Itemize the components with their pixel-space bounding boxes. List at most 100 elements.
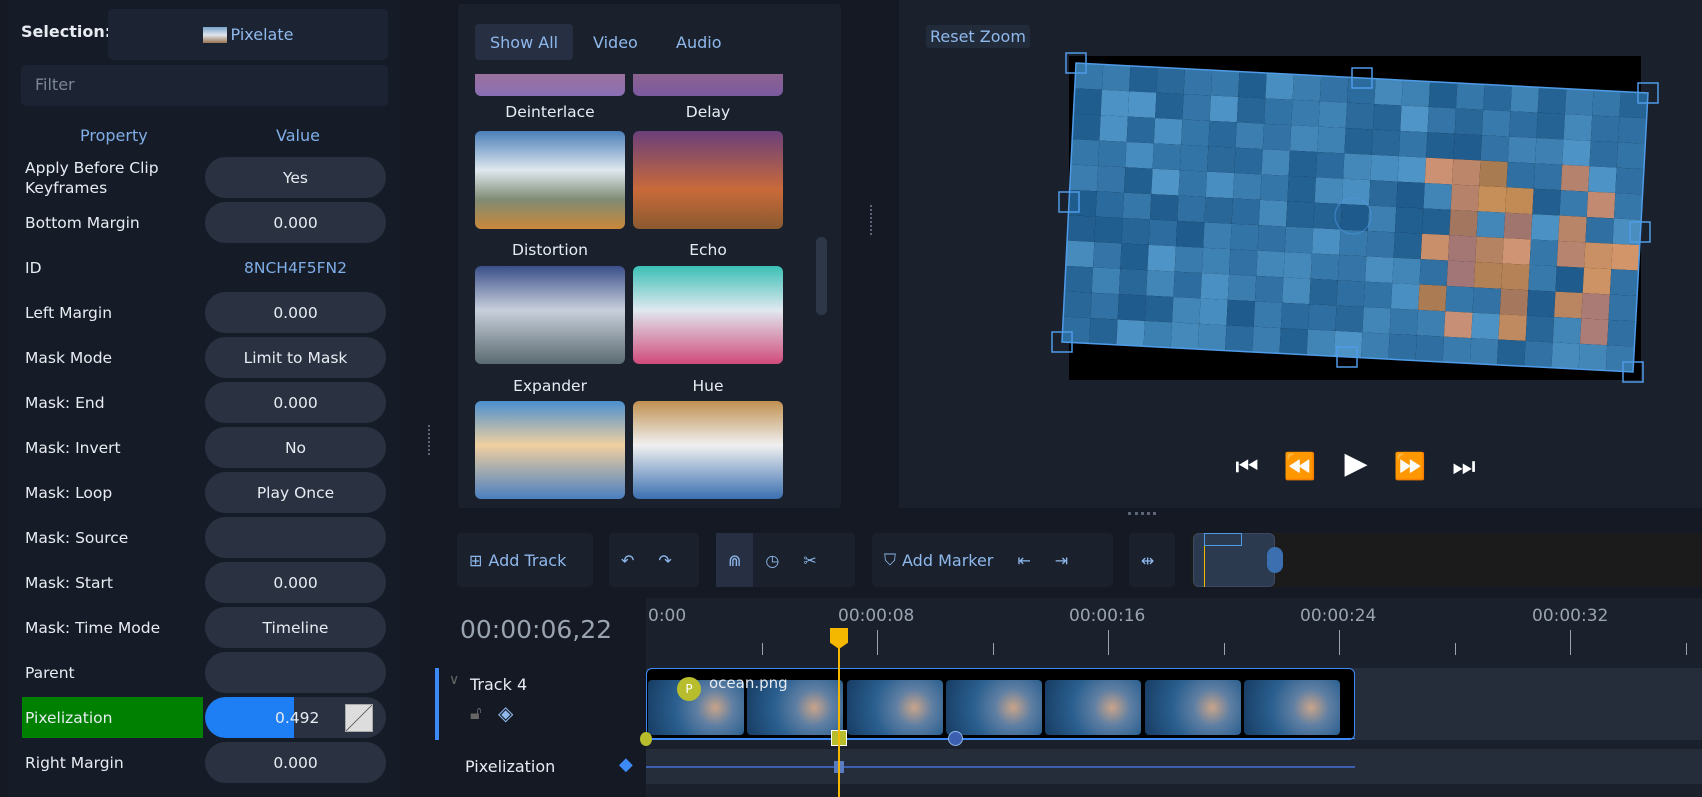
pixel-block — [1400, 105, 1429, 133]
redo-icon[interactable]: ↷ — [646, 533, 683, 587]
selection-value: Pixelate — [230, 25, 294, 44]
undo-icon[interactable]: ↶ — [609, 533, 646, 587]
property-value[interactable]: Yes — [205, 157, 386, 198]
add-marker-button[interactable]: ⛉ Add Marker — [872, 533, 1005, 587]
pixel-block — [1093, 241, 1122, 269]
selection-dropdown[interactable]: Pixelate — [108, 9, 388, 60]
property-value[interactable]: Limit to Mask — [205, 337, 386, 378]
effect-thumbnail[interactable] — [475, 266, 625, 364]
pixel-block — [1308, 304, 1337, 331]
pixel-block — [1261, 149, 1290, 176]
pixel-block — [1582, 267, 1612, 295]
jump-end-button[interactable]: ⏭ — [1447, 452, 1481, 483]
pixel-block — [1254, 275, 1284, 303]
property-value[interactable]: 0.000 — [205, 562, 386, 603]
property-value[interactable]: 0.000 — [205, 292, 386, 333]
pixel-block — [1262, 123, 1292, 151]
pixel-block — [1528, 264, 1557, 292]
pixel-block — [1234, 147, 1263, 175]
pixel-block — [1536, 112, 1565, 140]
pixel-block — [1289, 125, 1319, 152]
tab-video[interactable]: Video — [578, 24, 653, 60]
pixel-block — [1337, 254, 1367, 282]
add-track-label: Add Track — [488, 550, 567, 570]
effect-thumbnail[interactable] — [633, 131, 783, 229]
pixel-block — [1619, 91, 1648, 119]
splitter-handle[interactable] — [1128, 512, 1156, 515]
effect-thumbnail[interactable] — [633, 266, 783, 364]
playhead[interactable] — [838, 645, 840, 797]
effect-thumbnail[interactable] — [633, 401, 783, 499]
pixel-block — [1427, 106, 1456, 134]
zoom-handle-right[interactable] — [1267, 547, 1283, 573]
interpolation-curve-icon[interactable] — [345, 704, 373, 732]
property-value: 0.492 — [275, 708, 320, 727]
snap-magnet-icon[interactable]: ⋒ — [716, 533, 754, 587]
play-button[interactable]: ▶ — [1339, 446, 1373, 481]
add-track-group: ⊞ Add Track — [457, 533, 593, 587]
property-value[interactable] — [205, 517, 386, 558]
effect-thumbnail[interactable] — [475, 131, 625, 229]
unlock-icon[interactable]: 🔓︎ — [470, 703, 482, 724]
tab-audio[interactable]: Audio — [661, 24, 736, 60]
jump-start-button[interactable]: ⏮ — [1230, 452, 1264, 483]
zoom-slider[interactable] — [1191, 533, 1702, 587]
center-playhead-icon[interactable]: ⇹ — [1129, 533, 1166, 587]
pixel-block — [1367, 205, 1397, 233]
pixelization-slider[interactable]: 0.492 — [205, 697, 386, 738]
selection-label: Selection: — [21, 22, 112, 41]
track-collapse-chevron-icon[interactable]: ∨ — [449, 672, 459, 688]
pixel-block — [1151, 168, 1180, 196]
pixel-block — [1497, 339, 1526, 367]
razor-scissors-icon[interactable]: ✂ — [791, 533, 828, 587]
pixel-block — [1562, 139, 1591, 167]
pixel-block — [1345, 102, 1375, 130]
effects-scrollbar[interactable] — [816, 237, 827, 315]
filter-input[interactable]: Filter — [21, 65, 388, 106]
pixel-block — [1201, 247, 1231, 275]
pixel-block — [1063, 291, 1092, 319]
property-name: Bottom Margin — [25, 213, 140, 232]
pixel-block — [1611, 243, 1640, 271]
next-marker-icon[interactable]: ⇥ — [1043, 533, 1080, 587]
add-track-button[interactable]: ⊞ Add Track — [457, 533, 578, 587]
property-value[interactable]: Play Once — [205, 472, 386, 513]
property-value[interactable]: 0.000 — [205, 202, 386, 243]
pixel-block — [1502, 238, 1531, 265]
ruler-tick — [1685, 643, 1687, 655]
splitter-handle[interactable] — [870, 205, 874, 235]
property-name: Mask: Time Mode — [25, 618, 161, 637]
keyframe-point[interactable] — [948, 731, 963, 746]
property-value[interactable]: No — [205, 427, 386, 468]
pixel-block — [1509, 111, 1538, 139]
effect-thumbnail[interactable] — [475, 401, 625, 499]
pixel-block — [1148, 219, 1178, 247]
pixel-block — [1129, 65, 1158, 93]
previous-marker-icon[interactable]: ⇤ — [1005, 533, 1042, 587]
pixel-block — [1537, 87, 1567, 115]
splitter-handle[interactable] — [428, 425, 432, 455]
video-canvas[interactable] — [899, 0, 1702, 420]
ruler-label: 0:00 — [648, 606, 687, 626]
property-value[interactable]: 0.000 — [205, 742, 386, 783]
pixel-block — [1204, 196, 1233, 224]
property-row: Mask: Invert No — [25, 425, 386, 470]
property-name: Mask: End — [25, 393, 105, 412]
keyframe-point[interactable] — [640, 732, 652, 746]
pixel-block — [1179, 144, 1209, 172]
pixel-block — [1559, 190, 1589, 217]
pixel-block — [1398, 130, 1428, 158]
keyframe-diamond-icon[interactable]: ◈ — [498, 701, 513, 725]
pixel-block — [1170, 322, 1200, 350]
pixel-block — [1551, 342, 1580, 370]
clock-icon[interactable]: ◷ — [753, 533, 791, 587]
add-keyframe-icon[interactable]: ◆ — [619, 754, 633, 775]
property-value[interactable] — [205, 652, 386, 693]
property-value[interactable]: Timeline — [205, 607, 386, 648]
property-name: Right Margin — [25, 753, 124, 772]
property-value[interactable]: 0.000 — [205, 382, 386, 423]
fast-forward-button[interactable]: ⏩ — [1393, 452, 1427, 482]
clip-frame-thumbnail — [1144, 680, 1241, 735]
rewind-button[interactable]: ⏪ — [1283, 452, 1317, 482]
tab-show-all[interactable]: Show All — [475, 24, 574, 60]
